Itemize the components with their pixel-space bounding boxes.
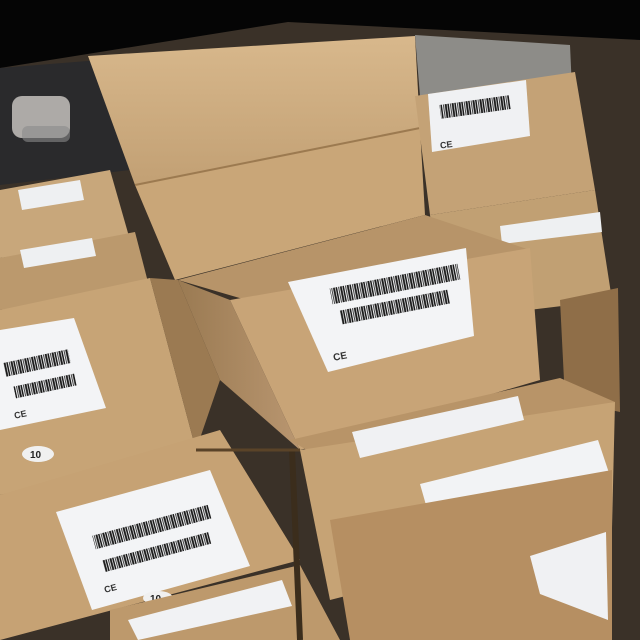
ce-mark: CE — [439, 139, 453, 151]
shoe-object — [22, 126, 70, 142]
number-tag-left-text: 10 — [30, 450, 42, 461]
warehouse-boxes-photo: CE CE CE 10 CE 10 — [0, 0, 640, 640]
